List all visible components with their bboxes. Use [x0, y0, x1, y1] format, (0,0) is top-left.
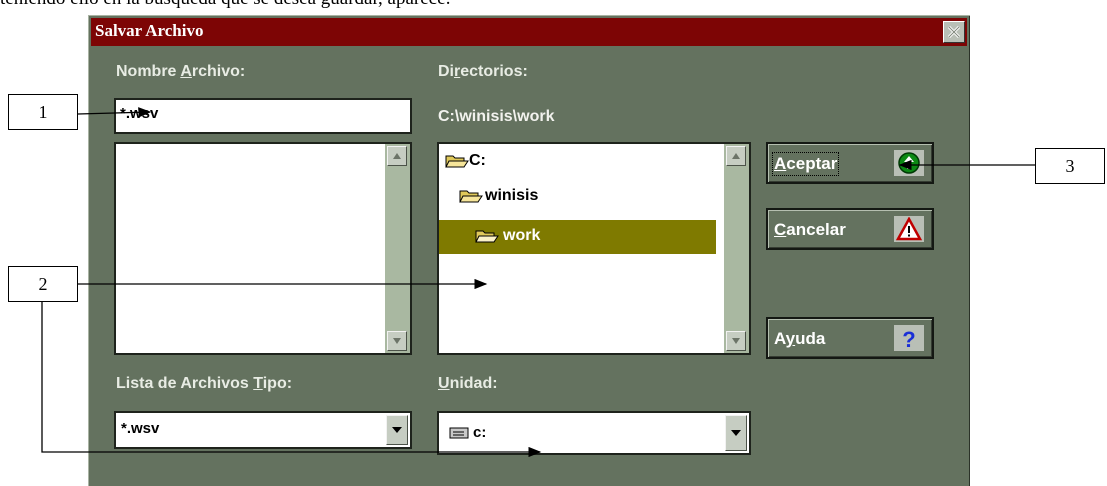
arrow-2-lower: [41, 302, 542, 458]
arrow-1: [77, 107, 152, 118]
annotation-arrows: [41, 107, 1035, 458]
